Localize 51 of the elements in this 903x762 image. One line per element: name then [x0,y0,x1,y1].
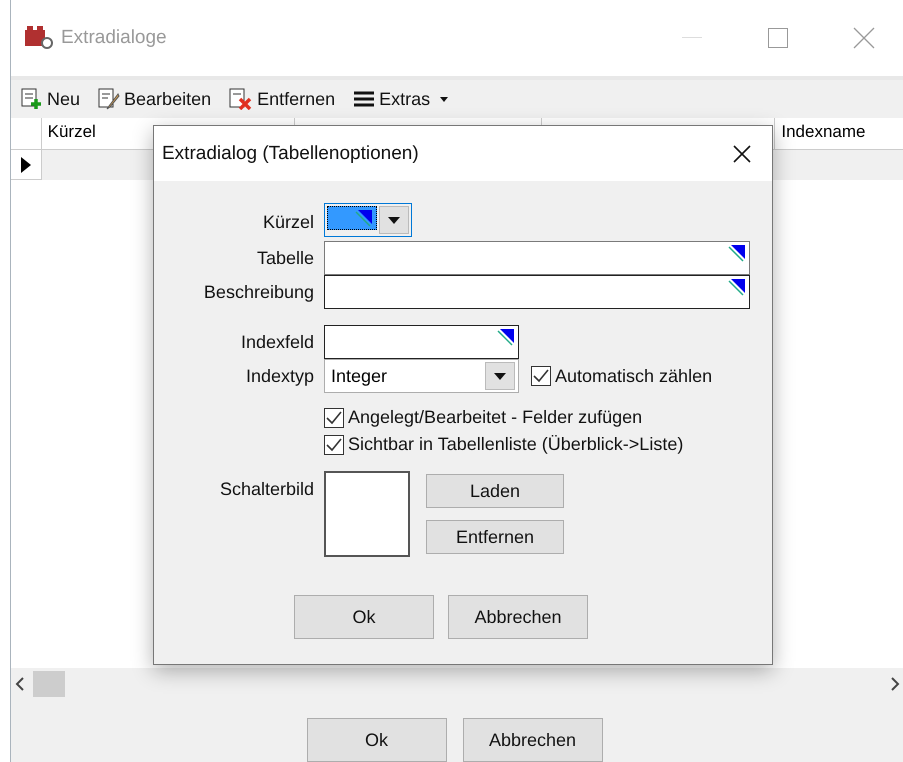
corner-marker-icon [496,329,514,347]
corner-marker-icon [727,245,745,263]
minimize-icon [682,37,702,39]
field-label: Kürzel [262,212,314,232]
toolbar-button[interactable]: Extras [351,88,450,110]
document-add-icon [21,88,43,110]
dialog-button[interactable]: Abbrechen [448,595,588,639]
close-icon [733,144,751,162]
toolbar-button[interactable]: Bearbeiten [96,88,214,110]
input-field[interactable] [324,275,750,309]
dialog-button[interactable]: Ok [306,718,446,762]
dialog-title: Extradialog (Tabellenoptionen) [162,142,420,164]
checkbox[interactable]: Automatisch zählen [531,366,712,386]
field-label: Indexfeld [240,332,314,352]
checkmark-icon [533,369,549,383]
scrollbar-thumb[interactable] [33,671,65,697]
dialog-button[interactable]: Ok [294,595,434,639]
document-edit-icon [98,88,120,110]
dialog-button[interactable]: Entfernen [426,520,564,554]
column-header: Indexname [781,122,866,141]
checkmark-icon [326,438,342,452]
caret-icon [388,216,400,224]
toolbar-button[interactable]: Neu [19,88,82,110]
input-field[interactable] [324,241,750,275]
dropdown[interactable]: Integer [324,359,519,393]
caret-icon [440,96,448,102]
row-pointer-icon [21,156,31,172]
dialog-button[interactable]: Laden [426,474,564,508]
scroll-left-icon[interactable] [15,677,25,691]
toolbar-button[interactable]: Entfernen [227,88,338,110]
app-icon [25,26,55,50]
dialog-button[interactable]: Abbrechen [462,718,602,762]
caret-icon [494,372,506,380]
menu-icon [353,90,376,108]
window-title: Extradialoge [61,27,168,49]
checkbox[interactable]: Angelegt/Bearbeitet - Felder zufügen [324,407,750,428]
maximize-icon [768,28,788,48]
document-delete-icon [229,88,254,110]
checkmark-icon [326,410,342,424]
field-label: Beschreibung [204,282,314,302]
field-label: Schalterbild [220,479,314,500]
corner-marker-icon [354,210,372,228]
close-icon [853,27,875,49]
column-header: Kürzel [48,122,96,141]
field-label: Indextyp [246,366,314,386]
checkbox[interactable]: Sichtbar in Tabellenliste (Überblick->Liste) [324,434,750,455]
scroll-right-icon[interactable] [890,677,900,691]
input-field[interactable] [324,325,519,359]
field-label: Tabelle [256,248,314,268]
color-dropdown[interactable] [324,203,412,237]
corner-marker-icon [727,279,745,297]
